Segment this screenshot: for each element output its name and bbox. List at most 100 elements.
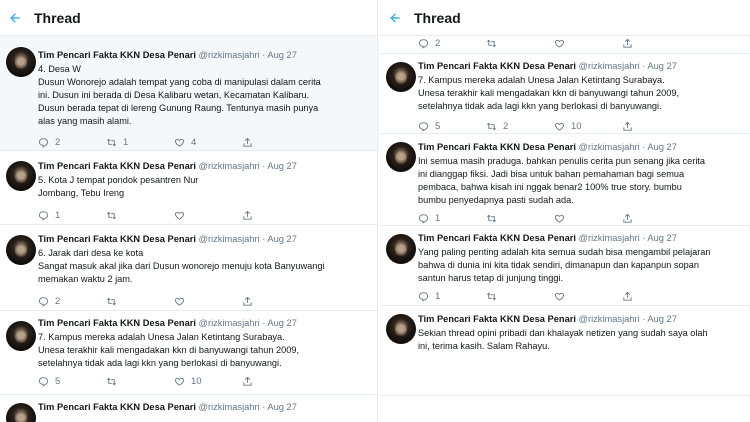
share-icon <box>242 376 253 387</box>
reply-button[interactable]: 5 <box>38 376 106 387</box>
tweet[interactable]: Tim Pencari Fakta KKN Desa Penari @rizki… <box>0 225 377 311</box>
reply-button[interactable]: 1 <box>418 291 486 302</box>
tweet-text: 4. Desa W Dusun Wonorejo adalah tempat ya… <box>38 63 371 128</box>
like-count: 4 <box>191 136 197 148</box>
retweet-icon <box>486 213 497 224</box>
share-button[interactable] <box>242 210 262 221</box>
like-button[interactable] <box>174 296 242 307</box>
share-button[interactable] <box>622 291 642 302</box>
author-name[interactable]: Tim Pencari Fakta KKN Desa Penari <box>38 161 196 171</box>
retweet-count: 1 <box>123 136 129 148</box>
like-button[interactable] <box>554 38 622 49</box>
tweet-date[interactable]: Aug 27 <box>647 314 676 324</box>
author-name[interactable]: Tim Pencari Fakta KKN Desa Penari <box>38 318 196 328</box>
author-name[interactable]: Tim Pencari Fakta KKN Desa Penari <box>418 142 576 152</box>
reply-count: 5 <box>435 120 441 132</box>
share-icon <box>242 137 253 148</box>
back-button[interactable] <box>384 7 406 29</box>
like-button[interactable]: 10 <box>174 376 242 387</box>
back-button[interactable] <box>4 7 26 29</box>
like-button[interactable] <box>174 210 242 221</box>
share-icon <box>622 291 633 302</box>
author-name[interactable]: Tim Pencari Fakta KKN Desa Penari <box>418 314 576 324</box>
reply-button[interactable]: 2 <box>38 296 106 307</box>
author-name[interactable]: Tim Pencari Fakta KKN Desa Penari <box>38 50 196 60</box>
share-button[interactable] <box>242 296 262 307</box>
author-name[interactable]: Tim Pencari Fakta KKN Desa Penari <box>418 233 576 243</box>
separator: · <box>642 233 646 243</box>
reply-icon <box>418 38 429 49</box>
tweet[interactable]: Tim Pencari Fakta KKN Desa Penari @rizki… <box>0 311 377 395</box>
heart-icon <box>174 376 185 387</box>
retweet-icon <box>106 210 117 221</box>
tweet-text-line: pembaca, bahwa kisah ini nggak benar2 10… <box>418 182 682 192</box>
avatar[interactable] <box>6 235 36 265</box>
tweet-date[interactable]: Aug 27 <box>267 234 296 244</box>
like-button[interactable] <box>554 213 622 224</box>
reply-button[interactable]: 1 <box>418 213 486 224</box>
reply-button[interactable]: 5 <box>418 121 486 132</box>
thread-header: Thread <box>0 0 377 36</box>
reply-button[interactable]: 2 <box>38 137 106 148</box>
tweet[interactable]: Tim Pencari Fakta KKN Desa Penari @rizki… <box>380 134 750 226</box>
share-button[interactable] <box>242 376 262 387</box>
reply-count: 2 <box>55 136 61 148</box>
like-button[interactable]: 10 <box>554 121 622 132</box>
avatar[interactable] <box>386 142 416 172</box>
separator: · <box>262 402 266 412</box>
tweet[interactable]: Tim Pencari Fakta KKN Desa Penari @rizki… <box>0 395 377 422</box>
retweet-button[interactable] <box>106 296 174 307</box>
share-button[interactable] <box>622 38 642 49</box>
back-arrow-icon <box>10 12 20 23</box>
share-button[interactable] <box>242 137 262 148</box>
avatar[interactable] <box>6 47 36 77</box>
tweet-date[interactable]: Aug 27 <box>647 233 676 243</box>
tweet-text-line: Unesa terakhir kali mengadakan kkn di ba… <box>38 345 299 355</box>
separator: · <box>262 161 266 171</box>
tweet-meta: Tim Pencari Fakta KKN Desa Penari @rizki… <box>38 317 371 330</box>
author-name[interactable]: Tim Pencari Fakta KKN Desa Penari <box>38 402 196 412</box>
retweet-icon <box>486 291 497 302</box>
tweet-date[interactable]: Aug 27 <box>267 402 296 412</box>
share-button[interactable] <box>622 213 642 224</box>
retweet-button[interactable]: 2 <box>486 121 554 132</box>
retweet-button[interactable] <box>106 376 174 387</box>
avatar[interactable] <box>6 321 36 351</box>
avatar[interactable] <box>6 161 36 191</box>
author-name[interactable]: Tim Pencari Fakta KKN Desa Penari <box>38 234 196 244</box>
reply-button[interactable]: 1 <box>38 210 106 221</box>
author-name[interactable]: Tim Pencari Fakta KKN Desa Penari <box>418 61 576 71</box>
avatar[interactable] <box>386 314 416 344</box>
tweet[interactable]: Tim Pencari Fakta KKN Desa Penari @rizki… <box>380 306 750 396</box>
tweet[interactable]: Tim Pencari Fakta KKN Desa Penari @rizki… <box>0 36 377 151</box>
tweet-date[interactable]: Aug 27 <box>647 61 676 71</box>
share-icon <box>242 210 253 221</box>
tweet-date[interactable]: Aug 27 <box>267 161 296 171</box>
author-handle: @rizkimasjahri <box>198 234 260 244</box>
retweet-button[interactable] <box>486 213 554 224</box>
share-button[interactable] <box>622 121 642 132</box>
tweet-text: Sekian thread opini pribadi dan khalayak… <box>418 327 744 353</box>
retweet-button[interactable] <box>486 38 554 49</box>
avatar[interactable] <box>6 403 36 422</box>
share-icon <box>622 121 633 132</box>
tweet-text-line: santun harus tetap di junjung tinggi. <box>418 273 564 283</box>
tweet-date[interactable]: Aug 27 <box>267 318 296 328</box>
retweet-button[interactable] <box>486 291 554 302</box>
retweet-icon <box>106 137 117 148</box>
tweet-date[interactable]: Aug 27 <box>647 142 676 152</box>
retweet-button[interactable] <box>106 210 174 221</box>
like-button[interactable]: 4 <box>174 137 242 148</box>
tweet-actions: 2 <box>418 36 744 50</box>
tweet-date[interactable]: Aug 27 <box>267 50 296 60</box>
tweet[interactable]: Tim Pencari Fakta KKN Desa Penari @rizki… <box>380 226 750 306</box>
retweet-button[interactable]: 1 <box>106 137 174 148</box>
avatar[interactable] <box>386 234 416 264</box>
tweet[interactable]: Tim Pencari Fakta KKN Desa Penari @rizki… <box>380 54 750 134</box>
reply-button[interactable]: 2 <box>418 38 486 49</box>
tweet-text-line: ini dianggap fiksi. Jadi bisa untuk baha… <box>418 169 685 179</box>
like-button[interactable] <box>554 291 622 302</box>
tweet-text-line: Ini semua masih praduga. bahkan penulis … <box>418 156 706 166</box>
avatar[interactable] <box>386 62 416 92</box>
tweet[interactable]: Tim Pencari Fakta KKN Desa Penari @rizki… <box>0 151 377 225</box>
